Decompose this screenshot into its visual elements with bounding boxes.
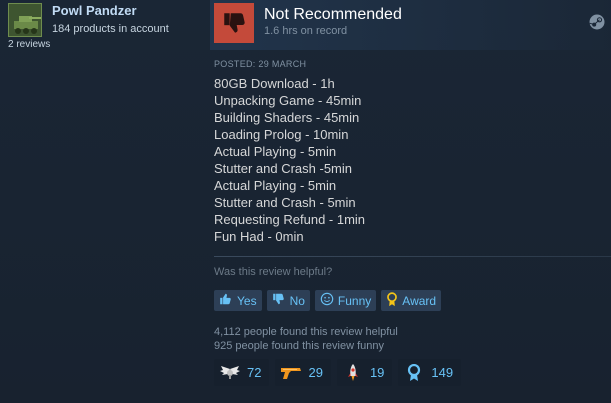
award-button[interactable]: Award: [381, 290, 442, 311]
funny-label: Funny: [337, 293, 372, 308]
award-count: 72: [247, 365, 262, 380]
helpful-count: 4,112 people found this review helpful: [214, 326, 398, 338]
award-medal-icon: [386, 291, 398, 310]
thumbs-down-icon: [272, 292, 286, 309]
author-reviews[interactable]: 2 reviews: [8, 39, 50, 50]
review-line: Actual Playing - 5min: [214, 144, 337, 159]
award-badge[interactable]: 19: [336, 359, 393, 386]
helpful-question: Was this review helpful?: [214, 266, 333, 278]
review-line: Stutter and Crash - 5min: [214, 195, 356, 210]
no-label: No: [289, 293, 305, 308]
funny-button[interactable]: Funny: [314, 290, 377, 311]
review-line: Actual Playing - 5min: [214, 178, 337, 193]
ribbon-medal-icon: [403, 362, 425, 384]
award-badge[interactable]: 72: [214, 359, 270, 386]
review-line: Unpacking Game - 45min: [214, 93, 362, 108]
hours-on-record: 1.6 hrs on record: [264, 25, 348, 37]
posted-date: POSTED: 29 MARCH: [214, 59, 307, 69]
review-line: Requesting Refund - 1min: [214, 212, 366, 227]
review-line: 80GB Download - 1h: [214, 76, 335, 91]
award-count: 19: [369, 365, 385, 380]
thumbs-up-icon: [219, 292, 233, 309]
smiley-icon: [320, 292, 334, 309]
award-badge[interactable]: 149: [398, 359, 462, 386]
no-button[interactable]: No: [266, 290, 310, 311]
author-products[interactable]: 184 products in account: [52, 23, 169, 35]
avatar[interactable]: [8, 3, 42, 37]
rocket-icon: [342, 362, 364, 384]
award-count: 149: [431, 365, 454, 380]
award-badge[interactable]: 29: [275, 359, 331, 386]
funny-count: 925 people found this review funny: [214, 340, 385, 352]
feedback-actions: Yes No Funny Award: [214, 290, 442, 311]
review-line: Loading Prolog - 10min: [214, 127, 349, 142]
review-line: Fun Had - 0min: [214, 229, 304, 244]
verdict-header: Not Recommended 1.6 hrs on record: [210, 0, 611, 50]
review-counts: 4,112 people found this review helpful 9…: [214, 325, 398, 353]
award-label: Award: [402, 293, 437, 308]
review-body: 80GB Download - 1h Unpacking Game - 45mi…: [214, 75, 365, 245]
review-line: Building Shaders - 45min: [214, 110, 360, 125]
steam-icon: [589, 14, 605, 30]
award-count: 29: [308, 365, 323, 380]
yes-button[interactable]: Yes: [214, 290, 262, 311]
review-page: Powl Pandzer 184 products in account 2 r…: [0, 0, 611, 403]
author-name[interactable]: Powl Pandzer: [52, 3, 137, 18]
yes-label: Yes: [237, 293, 257, 308]
thumbs-down-icon: [214, 3, 254, 43]
verdict-title[interactable]: Not Recommended: [264, 6, 402, 24]
winged-emblem-icon: [219, 362, 241, 384]
divider: [214, 256, 611, 257]
awards-row: 72 29 19 149: [214, 359, 462, 386]
review-line: Stutter and Crash -5min: [214, 161, 353, 176]
golden-gun-icon: [280, 362, 302, 384]
